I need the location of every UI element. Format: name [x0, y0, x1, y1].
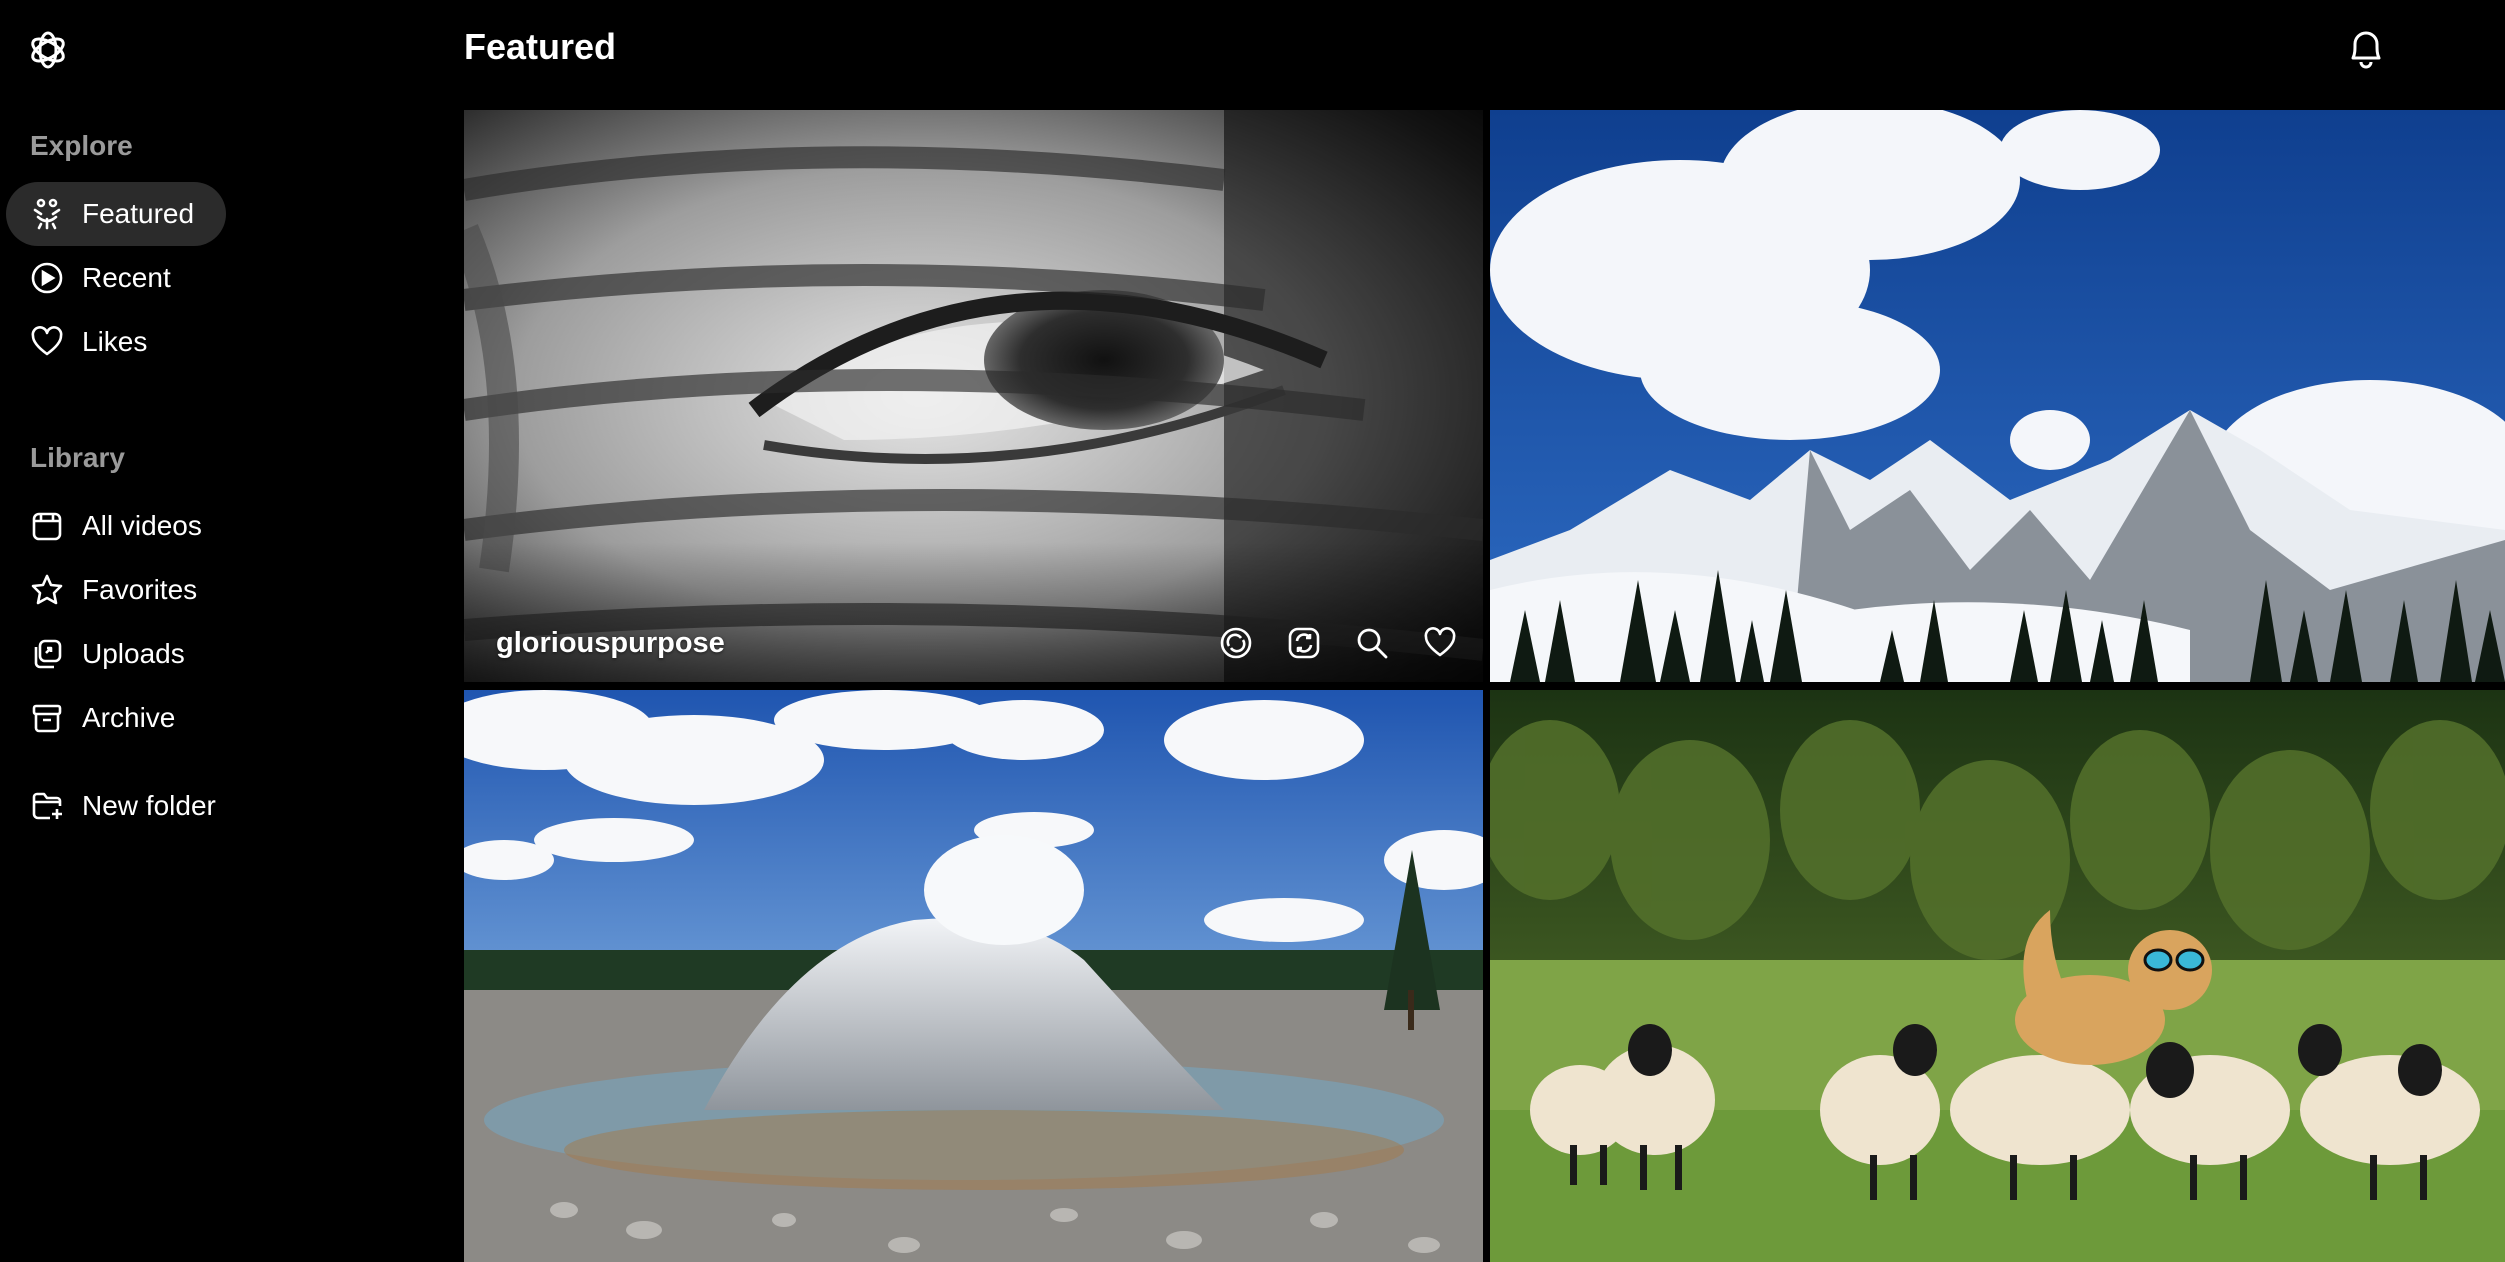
- heart-icon: [30, 325, 64, 359]
- upload-icon: [30, 637, 64, 671]
- video-tile-4[interactable]: [1490, 690, 2505, 1262]
- library-section-label: Library: [30, 442, 125, 473]
- search-icon: [1357, 628, 1388, 659]
- loop-button[interactable]: [1285, 624, 1323, 662]
- video-tile-3[interactable]: [464, 690, 1483, 1262]
- new-folder-label: New folder: [82, 790, 216, 821]
- remix-icon: [1220, 627, 1252, 659]
- sidebar-item-label: Uploads: [82, 638, 185, 669]
- loop-icon: [1288, 627, 1320, 659]
- video-thumbnail-geyser: [464, 690, 1483, 1262]
- new-folder-button[interactable]: New folder: [6, 774, 248, 838]
- sidebar-item-label: Featured: [82, 198, 195, 229]
- remix-button[interactable]: [1217, 624, 1255, 662]
- sidebar-item-favorites[interactable]: Favorites: [6, 558, 229, 622]
- calendar-grid-icon: [30, 509, 64, 543]
- openai-logo-icon[interactable]: [26, 28, 70, 72]
- play-circle-icon: [30, 261, 64, 295]
- sidebar-item-all-videos[interactable]: All videos: [6, 494, 234, 558]
- page-title: Featured: [464, 26, 617, 67]
- video-thumbnail-mountains: [1490, 110, 2505, 682]
- heart-icon: [1424, 627, 1456, 657]
- video-tile-2[interactable]: [1490, 110, 2505, 682]
- sidebar-item-label: Recent: [82, 262, 171, 293]
- explore-section-label: Explore: [30, 130, 133, 161]
- sidebar-item-recent[interactable]: Recent: [6, 246, 203, 310]
- folder-plus-icon: [30, 789, 64, 823]
- featured-icon: [30, 197, 64, 231]
- sidebar-item-uploads[interactable]: Uploads: [6, 622, 217, 686]
- sidebar-item-label: Archive: [82, 702, 176, 733]
- bell-icon[interactable]: [2344, 26, 2388, 72]
- search-button[interactable]: [1353, 624, 1391, 662]
- sidebar-item-label: All videos: [82, 510, 202, 541]
- sidebar-item-archive[interactable]: Archive: [6, 686, 207, 750]
- archive-box-icon: [30, 701, 64, 735]
- tile-username[interactable]: gloriouspurpose: [496, 627, 725, 660]
- sidebar-item-label: Likes: [82, 326, 148, 357]
- video-tile-1[interactable]: gloriouspurpose: [464, 110, 1483, 682]
- sidebar-item-featured[interactable]: Featured: [6, 182, 227, 246]
- star-icon: [30, 573, 64, 607]
- like-button[interactable]: [1421, 624, 1459, 662]
- video-thumbnail-dog-sheep: [1490, 690, 2505, 1262]
- tile-actions: [1217, 624, 1459, 662]
- sidebar-item-likes[interactable]: Likes: [6, 310, 179, 374]
- sidebar-item-label: Favorites: [82, 574, 198, 605]
